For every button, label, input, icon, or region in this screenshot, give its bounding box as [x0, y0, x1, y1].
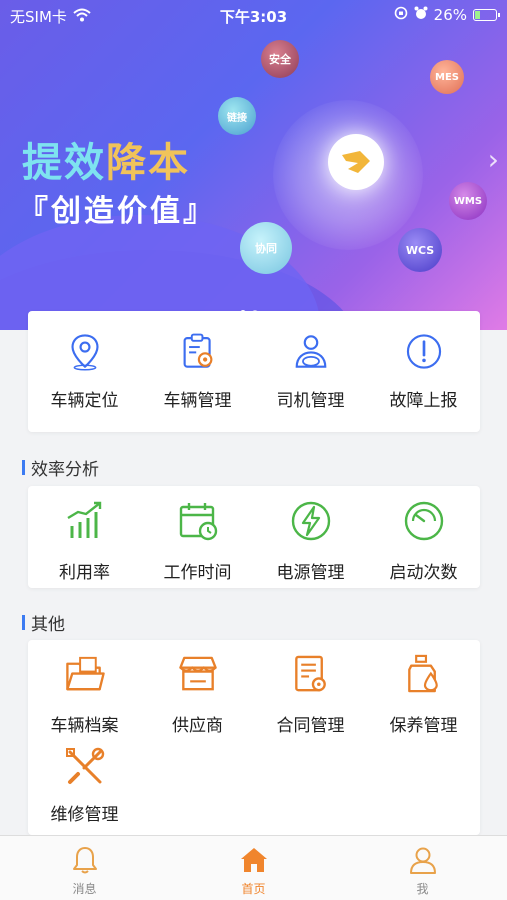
quick-action-fault-report[interactable]: 故障上报 — [367, 311, 480, 411]
banner-headline-part2: 降本 — [106, 140, 190, 186]
orb-wcs: WCS — [398, 228, 442, 272]
orb-security: 安全 — [261, 40, 299, 78]
other-label: 保养管理 — [389, 716, 458, 736]
bell-icon — [72, 847, 97, 874]
quick-action-label: 司机管理 — [276, 391, 345, 411]
other-vehicle-archive[interactable]: 车辆档案 — [28, 640, 141, 736]
section-other-header: 其他 — [22, 610, 65, 635]
section-efficiency-header: 效率分析 — [22, 455, 99, 480]
oil-bottle-icon — [407, 654, 438, 693]
other-contract[interactable]: 合同管理 — [254, 640, 367, 736]
banner-subheadline: 『创造价值』 — [18, 194, 216, 229]
tab-me[interactable]: 我 — [338, 836, 507, 900]
section-marker — [22, 460, 25, 475]
other-supplier[interactable]: 供应商 — [141, 640, 254, 736]
tab-label: 消息 — [72, 882, 97, 896]
alarm-icon — [414, 6, 428, 24]
location-pin-icon — [70, 334, 99, 371]
orb-link: 链接 — [218, 97, 256, 135]
section-title: 效率分析 — [31, 460, 99, 480]
tab-home[interactable]: 首页 — [169, 836, 338, 900]
efficiency-work-time[interactable]: 工作时间 — [141, 486, 254, 586]
other-label: 供应商 — [172, 716, 223, 736]
tab-label: 首页 — [241, 882, 266, 896]
efficiency-label: 启动次数 — [389, 563, 458, 583]
calendar-clock-icon — [179, 503, 217, 541]
other-repair[interactable]: 维修管理 — [28, 736, 141, 832]
quick-action-vehicle-location[interactable]: 车辆定位 — [28, 311, 141, 411]
quick-actions-card: 车辆定位 车辆管理 司机管理 故障上报 — [28, 311, 480, 432]
orb-wms: WMS — [449, 182, 487, 220]
status-bar: 无SIM卡 下午3:03 26% — [0, 0, 507, 32]
home-icon — [240, 848, 267, 872]
battery-percent: 26% — [433, 6, 467, 24]
quick-action-vehicle-management[interactable]: 车辆管理 — [141, 311, 254, 411]
banner-headline: 提效降本 — [22, 130, 190, 188]
section-marker — [22, 615, 25, 630]
quick-action-label: 车辆管理 — [163, 391, 232, 411]
bottom-tab-bar: 消息 首页 我 — [0, 835, 507, 900]
gauge-icon — [404, 501, 443, 541]
driver-icon — [295, 335, 326, 368]
clipboard-gear-icon — [183, 333, 212, 368]
orb-collab: 协同 — [240, 222, 292, 274]
other-label: 车辆档案 — [50, 716, 119, 736]
banner-next-icon[interactable]: › — [488, 143, 499, 176]
person-icon — [409, 847, 436, 874]
efficiency-power[interactable]: 电源管理 — [254, 486, 367, 586]
efficiency-utilization[interactable]: 利用率 — [28, 486, 141, 586]
quick-action-label: 车辆定位 — [50, 391, 119, 411]
tools-icon — [65, 747, 104, 784]
efficiency-label: 工作时间 — [163, 563, 232, 583]
efficiency-label: 电源管理 — [276, 563, 345, 583]
quick-action-label: 故障上报 — [389, 391, 458, 411]
efficiency-start-count[interactable]: 启动次数 — [367, 486, 480, 586]
brand-logo — [328, 134, 384, 190]
section-title: 其他 — [31, 615, 65, 635]
other-label: 合同管理 — [276, 716, 345, 736]
lightning-icon — [291, 501, 330, 541]
folder-icon — [65, 656, 105, 691]
bar-trend-icon — [66, 501, 101, 538]
efficiency-card: 利用率 工作时间 电源管理 启动次数 — [28, 486, 480, 588]
quick-action-driver-management[interactable]: 司机管理 — [254, 311, 367, 411]
other-maintenance[interactable]: 保养管理 — [367, 640, 480, 736]
promo-banner[interactable]: 无SIM卡 下午3:03 26% 提效降本 『创造价值』 安全 MES 链接 W… — [0, 0, 507, 330]
alert-circle-icon — [406, 334, 441, 369]
tab-label: 我 — [416, 882, 429, 896]
other-card: 车辆档案 供应商 合同管理 保养管理 维修管理 — [28, 640, 480, 835]
orientation-lock-icon — [394, 6, 408, 24]
tab-messages[interactable]: 消息 — [0, 836, 169, 900]
efficiency-label: 利用率 — [59, 563, 110, 583]
contract-icon — [294, 655, 326, 692]
store-icon — [178, 656, 217, 691]
battery-icon — [473, 9, 500, 21]
home-screen: 无SIM卡 下午3:03 26% 提效降本 『创造价值』 安全 MES 链接 W… — [0, 0, 507, 900]
banner-headline-part1: 提效 — [22, 140, 106, 186]
orb-mes: MES — [430, 60, 464, 94]
other-label: 维修管理 — [50, 805, 119, 825]
